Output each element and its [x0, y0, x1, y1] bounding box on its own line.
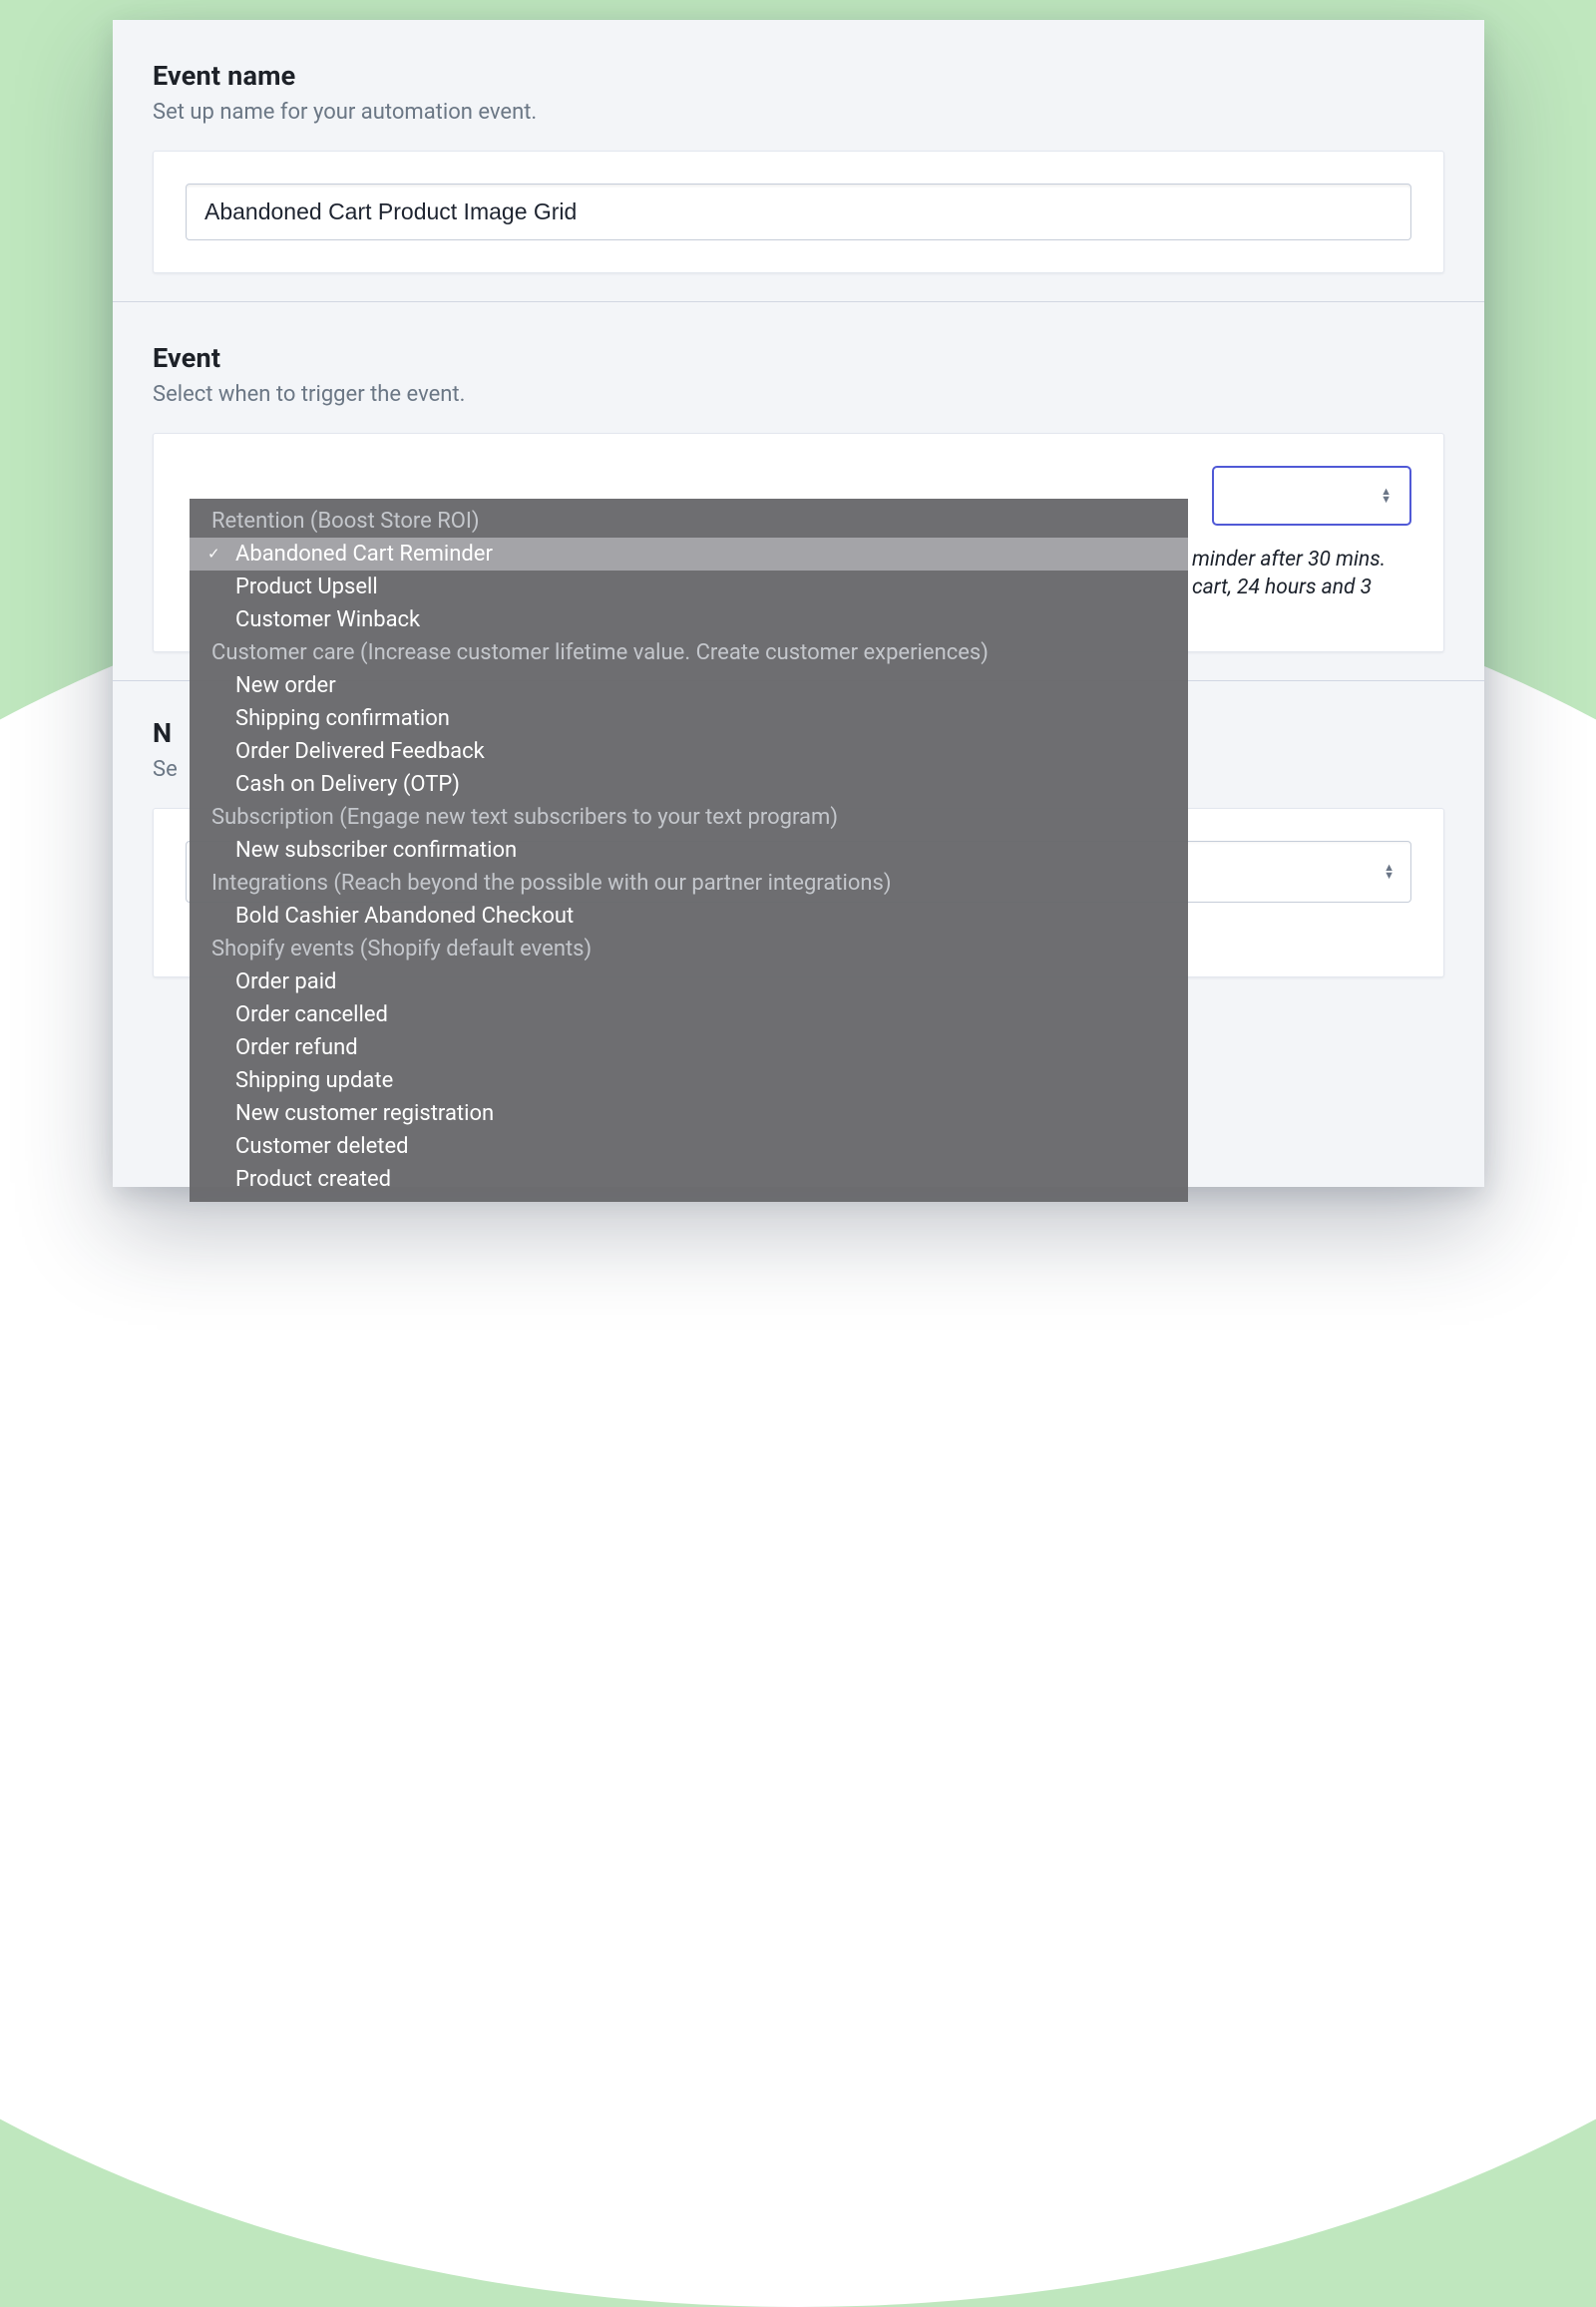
dropdown-item-label: Product Upsell [235, 575, 378, 599]
dropdown-item-label: Bold Cashier Abandoned Checkout [235, 904, 574, 929]
dropdown-item-label: Abandoned Cart Reminder [235, 542, 493, 567]
dropdown-item-label: Cash on Delivery (OTP) [235, 772, 460, 797]
dropdown-item[interactable]: Customer Winback [190, 603, 1188, 636]
section-event-name: Event name Set up name for your automati… [113, 20, 1484, 301]
dropdown-group-label: Retention (Boost Store ROI) [190, 499, 1188, 538]
dropdown-item-label: Order refund [235, 1035, 358, 1060]
event-name-title: Event name [153, 60, 1444, 92]
event-name-input[interactable] [204, 198, 1393, 225]
dropdown-group-label: Shopify events (Shopify default events) [190, 933, 1188, 965]
dropdown-item[interactable]: Product Upsell [190, 571, 1188, 603]
dropdown-item-label: Customer deleted [235, 1134, 409, 1159]
event-description: minder after 30 mins. cart, 24 hours and… [1192, 546, 1411, 602]
dropdown-item-label: New customer registration [235, 1101, 494, 1126]
dropdown-item[interactable]: New subscriber confirmation [190, 834, 1188, 867]
dropdown-group-label: Customer care (Increase customer lifetim… [190, 636, 1188, 669]
dropdown-item[interactable]: Customer deleted [190, 1130, 1188, 1163]
dropdown-item[interactable]: Shipping update [190, 1064, 1188, 1097]
event-desc-line-2: cart, 24 hours and 3 [1192, 574, 1411, 601]
event-name-input-wrap[interactable] [186, 184, 1411, 240]
event-name-subtitle: Set up name for your automation event. [153, 100, 1444, 125]
dropdown-item[interactable]: Order refund [190, 1031, 1188, 1064]
event-name-card [153, 151, 1444, 273]
dropdown-item-label: Order paid [235, 969, 336, 994]
dropdown-item[interactable]: Bold Cashier Abandoned Checkout [190, 900, 1188, 933]
dropdown-item[interactable]: Order paid [190, 965, 1188, 998]
dropdown-group-label: Integrations (Reach beyond the possible … [190, 867, 1188, 900]
dropdown-item-label: Shipping update [235, 1068, 393, 1093]
dropdown-item-label: New subscriber confirmation [235, 838, 517, 863]
event-subtitle: Select when to trigger the event. [153, 382, 1444, 407]
event-dropdown[interactable]: Retention (Boost Store ROI) ✓ Abandoned Ca… [190, 499, 1188, 1202]
dropdown-item-label: New order [235, 673, 336, 698]
dropdown-item-label: Product created [235, 1167, 391, 1192]
select-stepper-icon: ▲▼ [1381, 488, 1392, 504]
dropdown-item-label: Order cancelled [235, 1002, 388, 1027]
dropdown-item-label: Order Delivered Feedback [235, 739, 485, 764]
dropdown-item[interactable]: New order [190, 669, 1188, 702]
dropdown-item-label: Customer Winback [235, 607, 420, 632]
event-desc-line-1: minder after 30 mins. [1192, 546, 1411, 574]
dropdown-item[interactable]: New customer registration [190, 1097, 1188, 1130]
event-select[interactable]: ▲▼ [1212, 466, 1411, 526]
event-title: Event [153, 342, 1444, 374]
dropdown-item[interactable]: Product created [190, 1163, 1188, 1196]
dropdown-item[interactable]: Order Delivered Feedback [190, 735, 1188, 768]
dropdown-group-label: Subscription (Engage new text subscriber… [190, 801, 1188, 834]
dropdown-item[interactable]: Order cancelled [190, 998, 1188, 1031]
dropdown-item[interactable]: Cash on Delivery (OTP) [190, 768, 1188, 801]
third-select-stepper-icon: ▲▼ [1384, 864, 1395, 880]
dropdown-item-label: Shipping confirmation [235, 706, 450, 731]
dropdown-item[interactable]: Shipping confirmation [190, 702, 1188, 735]
check-icon: ✓ [207, 545, 220, 563]
dropdown-item[interactable]: ✓ Abandoned Cart Reminder [190, 538, 1188, 571]
